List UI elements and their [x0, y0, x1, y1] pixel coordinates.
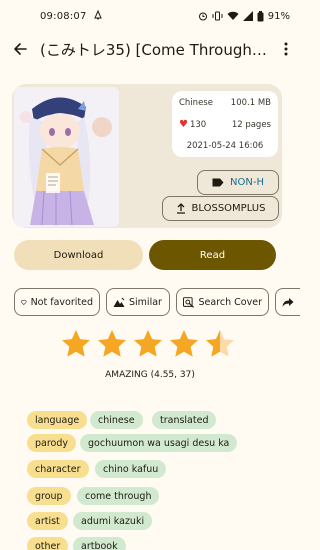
tag-adumi-kazuki[interactable]: adumi kazuki — [73, 512, 153, 530]
favorite-count-value: 130 — [189, 120, 207, 130]
signal-icon — [242, 11, 253, 21]
star-full-icon — [62, 330, 90, 357]
tag-chinese[interactable]: chinese — [90, 411, 143, 429]
upload-icon — [176, 203, 185, 214]
similar-chip[interactable]: Similar — [106, 288, 170, 316]
tag-namespace-character[interactable]: character — [27, 460, 89, 478]
gallery-info-card: Chinese 100.1 MB ♥ 130 12 pages 2021-05-2… — [12, 84, 282, 228]
star-half-icon — [206, 330, 234, 357]
tag-namespace-other[interactable]: other — [27, 537, 69, 550]
tag-come-through[interactable]: come through — [77, 487, 160, 505]
top-app-bar: (こみトレ35) [Come Through (adumi kazuki)] ご… — [0, 32, 300, 66]
category-label: NON-H — [230, 177, 264, 188]
tag-row-group: group come through — [27, 487, 267, 505]
tag-row-character: character chino kafuu — [27, 460, 267, 478]
rating-stars[interactable] — [60, 328, 240, 362]
star-full-icon — [98, 330, 126, 357]
download-button[interactable]: Download — [14, 240, 143, 270]
tag-row-other: other artbook — [27, 537, 267, 550]
search-cover-chip[interactable]: Search Cover — [176, 288, 269, 316]
page-title: (こみトレ35) [Come Through (adumi kazuki)] ご… — [40, 40, 272, 59]
size-value: 100.1 MB — [230, 98, 271, 108]
tag-gochuumon[interactable]: gochuumon wa usagi desu ka — [80, 434, 238, 452]
action-chip-row[interactable]: Not favorited Similar Search Cover — [14, 288, 300, 318]
heart-icon: ♥ — [179, 119, 188, 130]
search-cover-chip-label: Search Cover — [198, 296, 262, 308]
cover-thumbnail[interactable] — [14, 87, 119, 227]
tag-translated[interactable]: translated — [152, 411, 217, 429]
share-icon — [282, 297, 294, 307]
tag-row-parody: parody gochuumon wa usagi desu ka — [27, 434, 267, 452]
tag-namespace-artist[interactable]: artist — [27, 512, 68, 530]
uploader-button[interactable]: BLOSSOMPLUS — [162, 196, 279, 221]
favorite-chip-label: Not favorited — [30, 296, 93, 308]
battery-icon — [257, 10, 264, 22]
tag-chino-kafuu[interactable]: chino kafuu — [95, 460, 167, 478]
language-value: Chinese — [179, 98, 213, 108]
similar-chip-label: Similar — [129, 296, 162, 308]
tag-namespace-parody[interactable]: parody — [27, 434, 77, 452]
status-bar: 09:08:07 91% — [0, 0, 300, 32]
back-button[interactable] — [0, 32, 40, 66]
alarm-icon — [198, 11, 208, 21]
label-icon — [212, 178, 224, 187]
image-search-icon — [183, 296, 194, 308]
star-full-icon — [170, 330, 198, 357]
tag-row-language: language chinese translated — [27, 411, 267, 429]
share-chip[interactable] — [275, 288, 300, 316]
vibrate-icon — [212, 11, 223, 21]
more-vert-icon — [284, 42, 288, 56]
similar-icon — [113, 297, 125, 307]
uploader-label: BLOSSOMPLUS — [191, 203, 266, 214]
meta-info-box: Chinese 100.1 MB ♥ 130 12 pages 2021-05-2… — [172, 91, 278, 157]
battery-level: 91% — [267, 10, 290, 22]
wifi-icon — [227, 11, 239, 21]
rating-text: AMAZING (4.55, 37) — [105, 370, 195, 380]
more-options-button[interactable] — [272, 32, 300, 66]
category-button[interactable]: NON-H — [197, 170, 279, 195]
favorite-count: ♥ 130 — [179, 119, 206, 130]
tag-artbook[interactable]: artbook — [73, 537, 126, 550]
pages-value: 12 pages — [231, 119, 271, 130]
star-full-icon — [134, 330, 162, 357]
arrow-back-icon — [14, 43, 27, 55]
favorite-chip[interactable]: Not favorited — [14, 288, 100, 316]
heart-outline-icon — [21, 299, 27, 305]
tag-namespace-group[interactable]: group — [27, 487, 71, 505]
tag-namespace-language[interactable]: language — [27, 411, 88, 429]
notification-icon — [93, 9, 103, 23]
read-button[interactable]: Read — [149, 240, 276, 270]
status-time: 09:08:07 — [40, 10, 87, 22]
posted-date: 2021-05-24 16:06 — [186, 141, 264, 151]
tag-row-artist: artist adumi kazuki — [27, 512, 267, 530]
